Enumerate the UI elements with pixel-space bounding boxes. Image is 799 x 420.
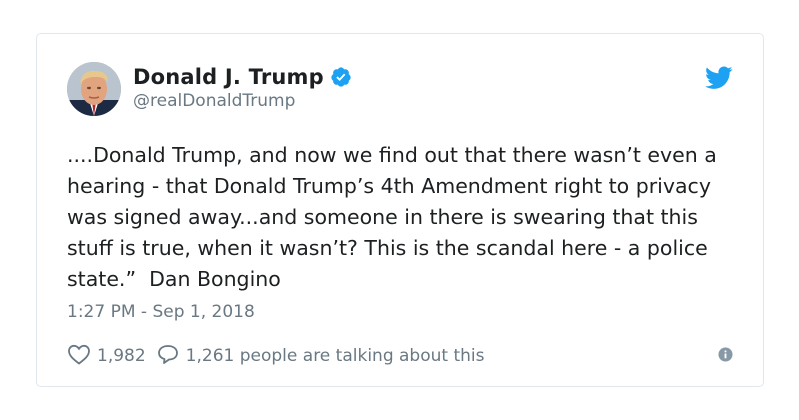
reply-bubble-icon[interactable] bbox=[156, 343, 186, 370]
tweet-header: Donald J. Trump @realDonaldTrump bbox=[67, 62, 733, 118]
tweet-text: ....Donald Trump, and now we find out th… bbox=[67, 143, 724, 291]
info-icon[interactable] bbox=[718, 347, 733, 362]
avatar[interactable] bbox=[67, 62, 121, 116]
author-block: Donald J. Trump @realDonaldTrump bbox=[133, 65, 352, 111]
like-count: 1,982 bbox=[97, 346, 146, 366]
tweet-card: Donald J. Trump @realDonaldTrump ....Don… bbox=[36, 33, 764, 387]
like-action[interactable]: 1,982 bbox=[67, 343, 146, 370]
tweet-actions: 1,982 1,261 people are talking about thi… bbox=[67, 344, 733, 368]
twitter-bird-icon[interactable] bbox=[705, 66, 733, 90]
talking-count[interactable]: 1,261 people are talking about this bbox=[186, 346, 485, 366]
reply-action[interactable]: 1,261 people are talking about this bbox=[156, 343, 485, 370]
verified-badge-icon bbox=[330, 66, 352, 88]
tweet-timestamp[interactable]: 1:27 PM - Sep 1, 2018 bbox=[67, 302, 255, 322]
heart-icon[interactable] bbox=[67, 343, 97, 370]
author-handle[interactable]: @realDonaldTrump bbox=[133, 91, 352, 111]
author-display-name[interactable]: Donald J. Trump bbox=[133, 65, 324, 89]
